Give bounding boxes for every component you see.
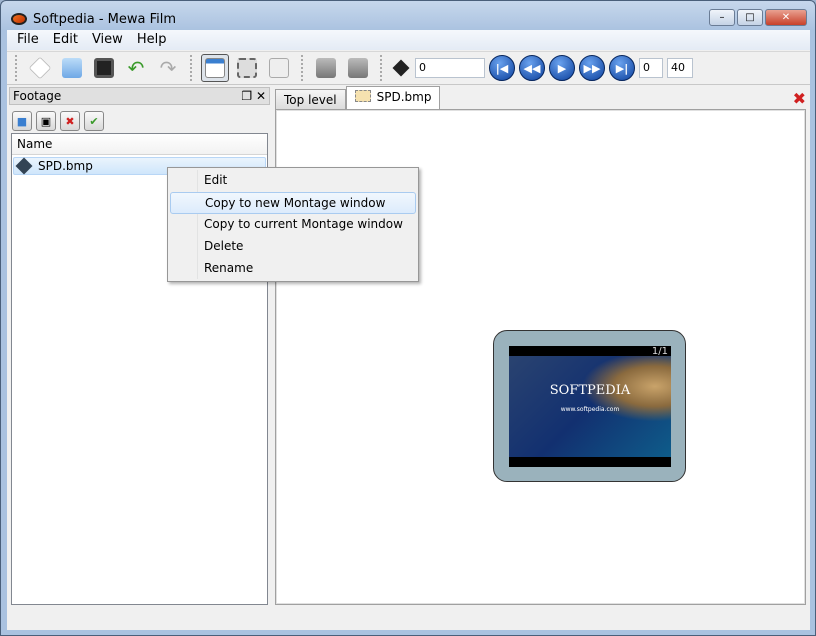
save-footage-button[interactable]: ▣ bbox=[36, 111, 56, 131]
title-bar: Softpedia - Mewa Film bbox=[11, 9, 176, 29]
toolbar-grip[interactable] bbox=[15, 55, 18, 81]
undo-icon: ↶ bbox=[127, 56, 145, 80]
maximize-button[interactable]: □ bbox=[737, 9, 763, 26]
context-menu: Edit Copy to new Montage window Copy to … bbox=[167, 167, 419, 282]
menu-item-delete[interactable]: Delete bbox=[170, 236, 416, 258]
check-icon: ✔ bbox=[89, 114, 99, 128]
new-document-icon bbox=[28, 56, 52, 80]
import-icon: ■ bbox=[16, 114, 28, 128]
save-button[interactable] bbox=[90, 54, 118, 82]
timeline-view-button[interactable] bbox=[265, 54, 293, 82]
filmstrip-icon bbox=[237, 58, 257, 78]
new-button[interactable] bbox=[26, 54, 54, 82]
square-icon bbox=[348, 58, 368, 78]
film-icon bbox=[15, 157, 33, 175]
menu-item-rename[interactable]: Rename bbox=[170, 258, 416, 280]
delete-icon: ✖ bbox=[65, 114, 75, 128]
rewind-button[interactable]: ◀◀ bbox=[519, 55, 545, 81]
montage-clip[interactable]: SOFTPEDIA www.softpedia.com 1/1 bbox=[493, 330, 686, 482]
play-button[interactable]: ▶ bbox=[549, 55, 575, 81]
close-panel-button[interactable]: ✕ bbox=[256, 89, 266, 103]
menu-item-copy-new-montage[interactable]: Copy to new Montage window bbox=[170, 192, 416, 214]
tab-area: Top level SPD.bmp ✖ SOFTPEDIA www.softped… bbox=[275, 86, 810, 607]
footage-panel: Footage ❐ ✕ ■ ▣ ✖ ✔ Name SPD.bmp bbox=[9, 87, 270, 606]
range-start-input[interactable]: 0 bbox=[639, 58, 663, 78]
footage-view-button[interactable] bbox=[201, 54, 229, 82]
disabled-button-2[interactable] bbox=[344, 54, 372, 82]
redo-icon: ↷ bbox=[159, 56, 177, 80]
float-panel-button[interactable]: ❐ bbox=[241, 89, 252, 103]
go-start-button[interactable]: |◀ bbox=[489, 55, 515, 81]
save-icon: ▣ bbox=[40, 114, 52, 128]
tab-top-level[interactable]: Top level bbox=[275, 89, 346, 109]
window-icon bbox=[205, 58, 225, 78]
menu-edit[interactable]: Edit bbox=[46, 30, 85, 50]
folder-icon bbox=[62, 58, 82, 78]
menu-file[interactable]: File bbox=[10, 30, 46, 50]
menu-item-edit[interactable]: Edit bbox=[170, 170, 416, 192]
clock-icon bbox=[269, 58, 289, 78]
tab-spd-bmp[interactable]: SPD.bmp bbox=[345, 86, 441, 109]
undo-button[interactable]: ↶ bbox=[122, 54, 150, 82]
frame-input[interactable]: 0 bbox=[415, 58, 485, 78]
go-end-button[interactable]: ▶| bbox=[609, 55, 635, 81]
tab-label: SPD.bmp bbox=[376, 90, 432, 104]
image-url: www.softpedia.com bbox=[560, 406, 620, 413]
list-item-label: SPD.bmp bbox=[38, 159, 93, 173]
open-button[interactable] bbox=[58, 54, 86, 82]
fast-forward-button[interactable]: ▶▶ bbox=[579, 55, 605, 81]
toolbar: ↶ ↷ 0 |◀ ◀◀ ▶ ▶▶ ▶| 0 40 bbox=[7, 51, 810, 85]
app-logo-icon bbox=[11, 13, 27, 25]
toolbar-grip[interactable] bbox=[301, 55, 304, 81]
column-header-name[interactable]: Name bbox=[12, 134, 267, 155]
footage-title: Footage bbox=[13, 89, 62, 103]
close-tab-icon[interactable]: ✖ bbox=[793, 89, 806, 108]
image-title: SOFTPEDIA bbox=[549, 383, 631, 398]
film-frame-icon[interactable] bbox=[392, 59, 410, 77]
toolbar-grip[interactable] bbox=[190, 55, 193, 81]
minimize-button[interactable]: – bbox=[709, 9, 735, 26]
redo-button[interactable]: ↷ bbox=[154, 54, 182, 82]
menu-help[interactable]: Help bbox=[130, 30, 174, 50]
apply-footage-button[interactable]: ✔ bbox=[84, 111, 104, 131]
delete-footage-button[interactable]: ✖ bbox=[60, 111, 80, 131]
app-window: Softpedia - Mewa Film – □ ✕ File Edit Vi… bbox=[0, 0, 816, 636]
close-button[interactable]: ✕ bbox=[765, 9, 807, 26]
floppy-icon bbox=[94, 58, 114, 78]
range-end-input[interactable]: 40 bbox=[667, 58, 693, 78]
toolbar-grip[interactable] bbox=[380, 55, 383, 81]
menu-view[interactable]: View bbox=[85, 30, 130, 50]
clip-image: SOFTPEDIA www.softpedia.com 1/1 bbox=[509, 346, 671, 467]
square-icon bbox=[316, 58, 336, 78]
status-bar bbox=[7, 608, 810, 630]
disabled-button-1[interactable] bbox=[312, 54, 340, 82]
filmstrip-icon bbox=[354, 90, 371, 102]
menu-bar: File Edit View Help bbox=[7, 30, 810, 50]
menu-item-copy-current-montage[interactable]: Copy to current Montage window bbox=[170, 214, 416, 236]
montage-view-button[interactable] bbox=[233, 54, 261, 82]
import-footage-button[interactable]: ■ bbox=[12, 111, 32, 131]
frame-counter: 1/1 bbox=[651, 346, 668, 357]
window-title: Softpedia - Mewa Film bbox=[33, 11, 177, 27]
